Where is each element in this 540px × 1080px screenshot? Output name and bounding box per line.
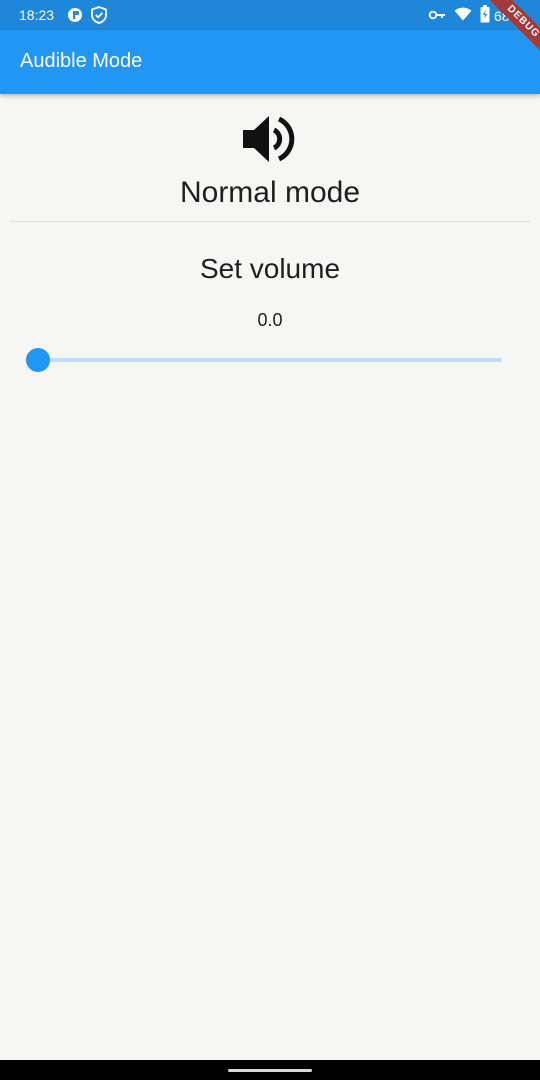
navigation-bar — [0, 1060, 540, 1080]
set-volume-title: Set volume — [199, 253, 341, 284]
app-bar: Audible Mode — [0, 30, 540, 94]
slider-thumb[interactable] — [26, 348, 50, 372]
volume-value: 0.0 — [257, 310, 283, 330]
status-left-icons — [67, 6, 107, 27]
slider-track[interactable] — [38, 358, 502, 362]
status-bar: 18:23 — [0, 0, 540, 30]
wifi-icon — [454, 7, 472, 24]
vpn-key-icon — [428, 8, 446, 24]
app-notification-icon — [67, 7, 83, 26]
battery-icon — [480, 5, 490, 26]
home-handle[interactable] — [228, 1069, 312, 1072]
app-screen: 18:23 Audible Mode DEBUG Normal mode Set… — [0, 0, 540, 1080]
volume-slider[interactable] — [26, 348, 506, 372]
mode-label: Normal mode — [179, 176, 361, 209]
status-time: 18:23 — [19, 7, 55, 23]
app-title: Audible Mode — [20, 50, 143, 72]
shield-check-icon — [91, 6, 107, 27]
divider — [10, 221, 530, 222]
speaker-volume-icon — [241, 113, 299, 165]
